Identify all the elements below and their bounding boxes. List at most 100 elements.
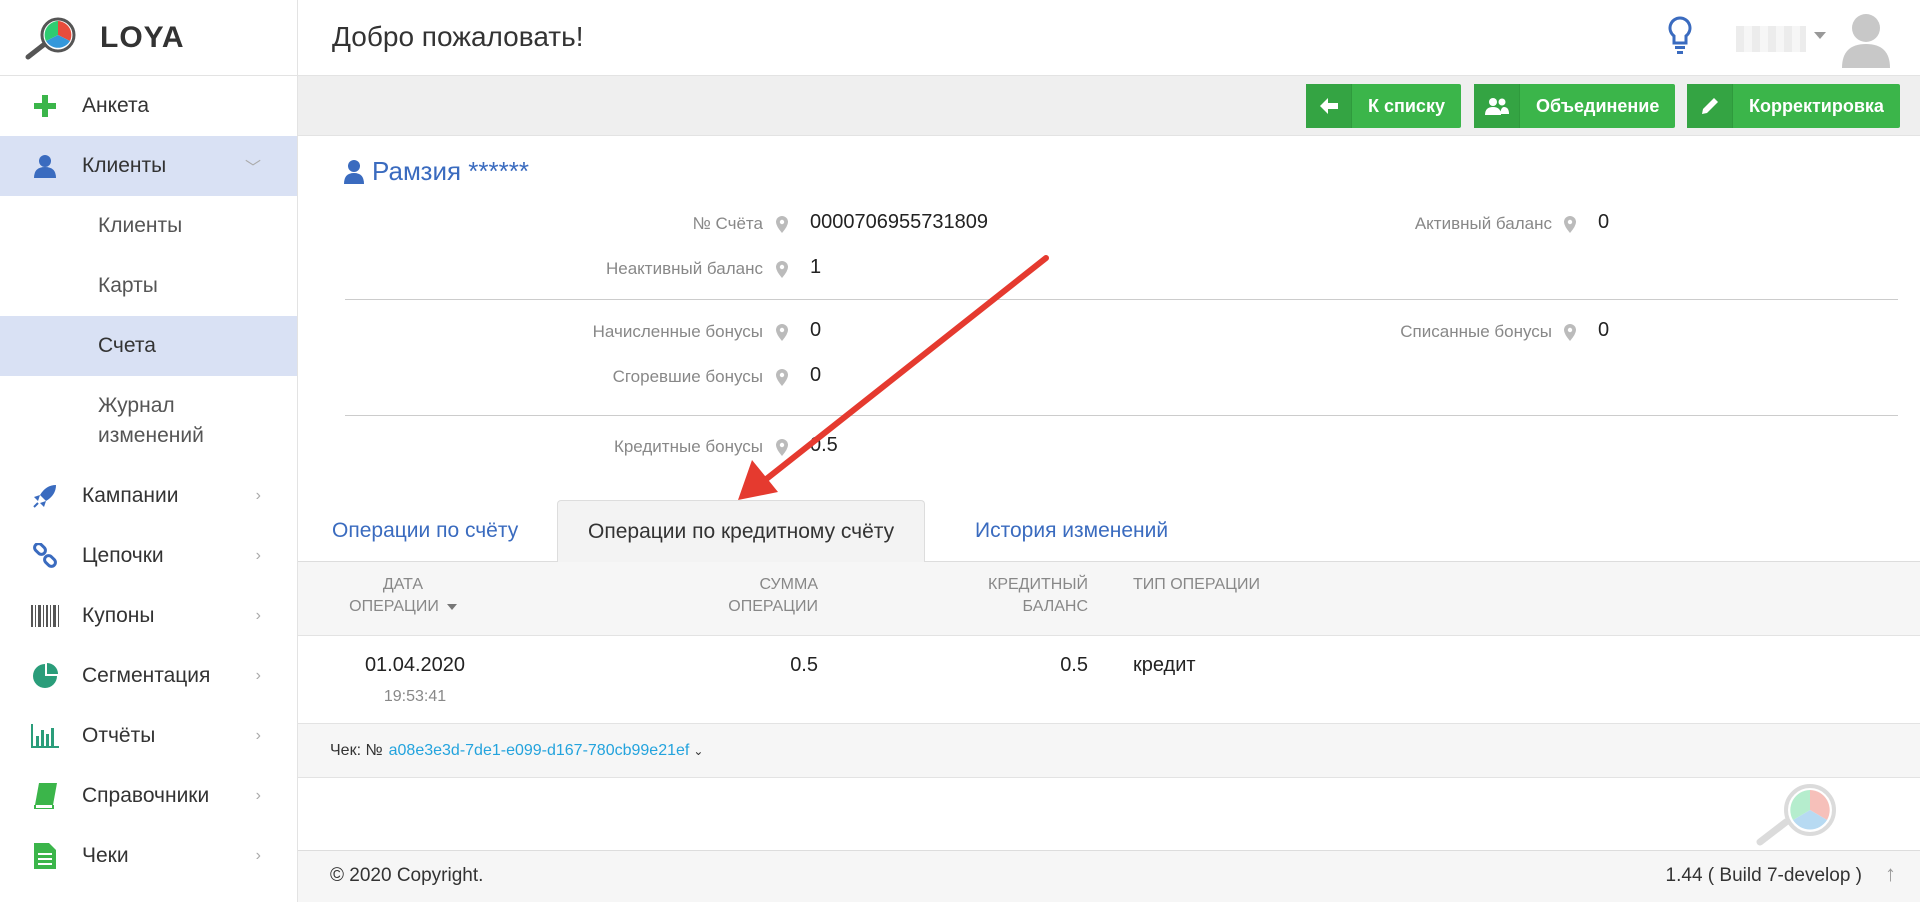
sidebar-subitem-clients[interactable]: Клиенты <box>0 196 297 256</box>
chevron-right-icon: › <box>255 847 261 864</box>
map-pin-icon <box>776 261 788 278</box>
plus-icon <box>30 91 60 121</box>
scroll-top-icon[interactable]: ↑ <box>1885 861 1896 887</box>
map-pin-icon <box>1564 324 1576 341</box>
document-icon <box>30 841 60 871</box>
sidebar-subitem-label: Журнал изменений <box>98 394 204 447</box>
sidebar-subitem-cards[interactable]: Карты <box>0 256 297 316</box>
sidebar-item-label: Анкета <box>82 94 150 117</box>
map-pin-icon <box>1564 216 1576 233</box>
action-toolbar: К списку Объединение Корректировка <box>298 76 1920 136</box>
column-header-date[interactable]: ДАТА ОПЕРАЦИИ <box>348 574 458 618</box>
active-balance-value: 0 <box>1598 211 1610 233</box>
map-pin-icon <box>776 439 788 456</box>
sidebar-item-coupons[interactable]: Купоны › <box>0 586 297 646</box>
account-number-value: 0000706955731809 <box>810 211 988 233</box>
chevron-down-icon[interactable] <box>1814 32 1826 39</box>
build-version: 1.44 ( Build 7-develop ) <box>1665 865 1862 886</box>
avatar[interactable] <box>1840 10 1892 73</box>
active-balance-label: Активный баланс <box>1414 214 1552 233</box>
sidebar-item-receipts[interactable]: Чеки › <box>0 826 297 886</box>
cell-operation-type: кредит <box>1133 654 1196 676</box>
column-header-operation-type: ТИП ОПЕРАЦИИ <box>1133 576 1260 593</box>
barcode-icon <box>30 601 60 631</box>
page-title: Добро пожаловать! <box>332 21 584 52</box>
written-off-bonuses-label: Списанные бонусы <box>1400 322 1552 341</box>
map-pin-icon <box>776 216 788 233</box>
sidebar-item-campaigns[interactable]: Кампании › <box>0 466 297 526</box>
accrued-bonuses-value: 0 <box>810 319 822 341</box>
chevron-right-icon: › <box>255 487 261 504</box>
lightbulb-icon[interactable] <box>1668 16 1692 61</box>
bar-chart-icon <box>30 721 60 751</box>
column-header-sum: СУММА ОПЕРАЦИИ <box>728 576 818 615</box>
receipt-row: Чек: № a08e3e3d-7de1-e099-d167-780cb99e2… <box>298 724 1920 778</box>
account-number-label: № Счёта <box>692 214 763 233</box>
sidebar-subitem-change-log[interactable]: Журнал изменений <box>0 376 297 466</box>
written-off-bonuses-value: 0 <box>1598 319 1610 341</box>
tab-change-history[interactable]: История изменений <box>975 500 1168 562</box>
sidebar-item-clients[interactable]: Клиенты ﹀ <box>0 136 297 196</box>
chevron-right-icon: › <box>255 607 261 624</box>
sidebar-item-label: Цепочки <box>82 544 164 567</box>
client-name: Рамзия ****** <box>344 156 529 187</box>
cell-time: 19:53:41 <box>383 688 447 705</box>
cell-sum: 0.5 <box>790 654 818 676</box>
chevron-down-icon: ﹀ <box>244 160 261 177</box>
credit-bonuses-label: Кредитные бонусы <box>613 437 763 456</box>
table-header: ДАТА ОПЕРАЦИИ СУММА ОПЕРАЦИИ КРЕДИТНЫЙ Б… <box>298 562 1920 636</box>
user-icon <box>30 151 60 181</box>
top-header: Добро пожаловать! <box>298 0 1920 76</box>
chevron-right-icon: › <box>255 787 261 804</box>
credit-bonuses-value: 0.5 <box>810 434 838 456</box>
logo[interactable]: LOYA <box>0 0 297 76</box>
copyright-text: © 2020 Copyright. <box>330 865 484 886</box>
users-icon <box>1474 84 1520 128</box>
sidebar-item-segmentation[interactable]: Сегментация › <box>0 646 297 706</box>
book-icon <box>30 781 60 811</box>
chevron-right-icon: › <box>255 667 261 684</box>
sidebar: LOYA Анкета Клиенты ﹀ Клиенты Карты Счет… <box>0 0 298 902</box>
tab-account-operations[interactable]: Операции по счёту <box>332 500 518 562</box>
pencil-icon <box>1687 84 1733 128</box>
merge-button[interactable]: Объединение <box>1474 84 1676 128</box>
sidebar-item-directories[interactable]: Справочники › <box>0 766 297 826</box>
rocket-icon <box>30 481 60 511</box>
sidebar-item-label: Клиенты <box>82 154 167 177</box>
burned-bonuses-label: Сгоревшие бонусы <box>612 367 763 386</box>
section-divider <box>345 415 1898 416</box>
tab-credit-account-operations[interactable]: Операции по кредитному счёту <box>557 500 926 563</box>
sidebar-item-label: Отчёты <box>82 724 156 747</box>
sort-desc-icon <box>446 603 457 610</box>
watermark-logo-icon <box>1756 782 1842 851</box>
burned-bonuses-value: 0 <box>810 364 822 386</box>
receipt-link[interactable]: a08e3e3d-7de1-e099-d167-780cb99e21ef <box>389 742 690 760</box>
column-header-credit-balance: КРЕДИТНЫЙ БАЛАНС <box>988 576 1088 615</box>
sidebar-item-chains[interactable]: Цепочки › <box>0 526 297 586</box>
back-to-list-button[interactable]: К списку <box>1306 84 1461 128</box>
chevron-right-icon: › <box>255 547 261 564</box>
receipt-prefix: Чек: № <box>330 741 383 759</box>
sidebar-item-label: Справочники <box>82 784 210 807</box>
edit-button[interactable]: Корректировка <box>1687 84 1900 128</box>
chevron-right-icon: › <box>255 727 261 744</box>
tab-bar: Операции по счёту Операции по кредитному… <box>298 500 1920 563</box>
pie-icon <box>30 661 60 691</box>
sidebar-subitem-accounts[interactable]: Счета <box>0 316 297 376</box>
sidebar-item-label: Чеки <box>82 844 129 867</box>
inactive-balance-value: 1 <box>810 256 822 278</box>
user-name-blurred[interactable] <box>1736 26 1806 52</box>
user-icon <box>344 159 364 184</box>
sidebar-item-survey[interactable]: Анкета <box>0 76 297 136</box>
cell-credit-balance: 0.5 <box>1060 654 1088 676</box>
sidebar-item-reports[interactable]: Отчёты › <box>0 706 297 766</box>
table-row[interactable]: 01.04.2020 19:53:41 0.5 0.5 кредит <box>298 636 1920 724</box>
map-pin-icon <box>776 369 788 386</box>
chevron-down-icon[interactable]: ⌄ <box>693 744 703 758</box>
logo-icon <box>25 17 76 59</box>
chain-icon <box>30 541 60 571</box>
sidebar-item-label: Сегментация <box>82 664 211 687</box>
arrow-left-icon <box>1306 84 1352 128</box>
accrued-bonuses-label: Начисленные бонусы <box>592 322 763 341</box>
footer: © 2020 Copyright. 1.44 ( Build 7-develop… <box>298 850 1920 902</box>
